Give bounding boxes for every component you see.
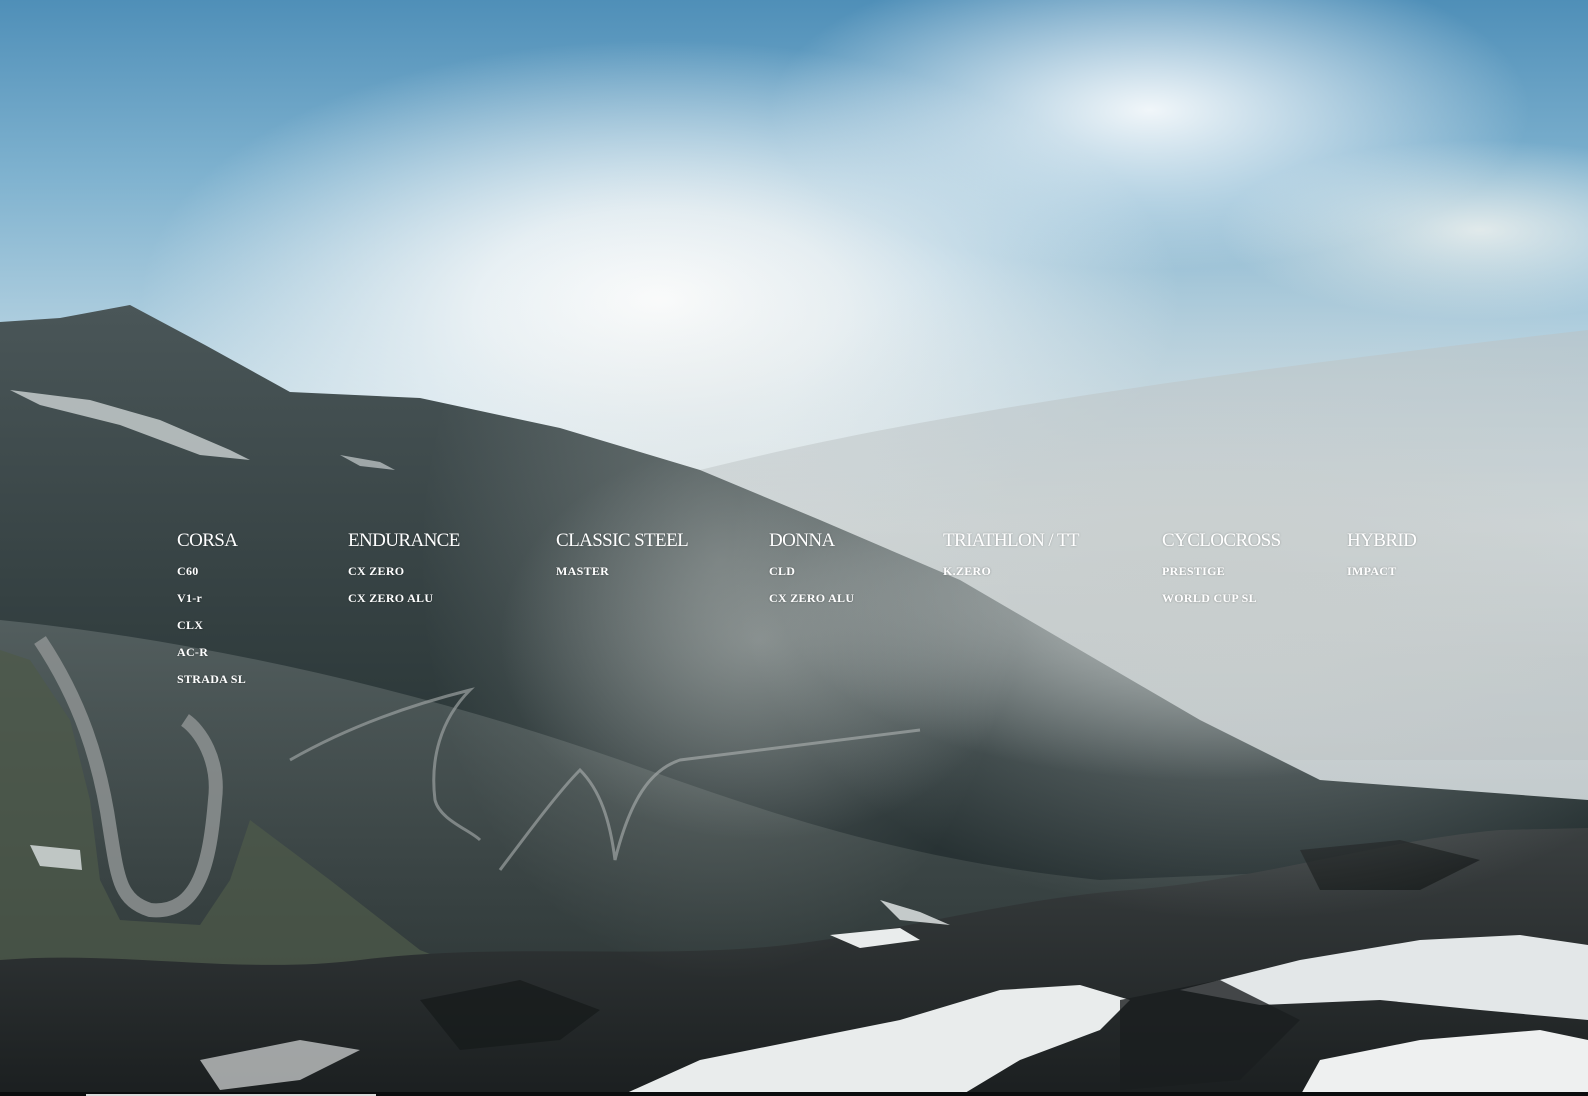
page: CORSA C60 V1-r CLX AC-R STRADA SL ENDURA… (0, 0, 1588, 1096)
model-list-hybrid: IMPACT (1347, 558, 1416, 585)
category-title-corsa[interactable]: CORSA (177, 530, 246, 552)
category-title-donna[interactable]: DONNA (769, 530, 854, 552)
model-list-endurance: CX ZERO CX ZERO ALU (348, 558, 460, 612)
model-link-world-cup-sl[interactable]: WORLD CUP SL (1162, 585, 1281, 612)
model-link-k-zero[interactable]: K.ZERO (943, 558, 1079, 585)
model-link-cx-zero[interactable]: CX ZERO (348, 558, 460, 585)
model-link-cld[interactable]: CLD (769, 558, 854, 585)
category-title-hybrid[interactable]: HYBRID (1347, 530, 1417, 552)
model-link-ac-r[interactable]: AC-R (177, 639, 246, 666)
model-link-strada-sl[interactable]: STRADA SL (177, 666, 246, 693)
model-list-corsa: C60 V1-r CLX AC-R STRADA SL (177, 558, 246, 693)
model-link-donna-cx-zero-alu[interactable]: CX ZERO ALU (769, 585, 854, 612)
category-column-donna: DONNA CLD CX ZERO ALU (769, 530, 854, 612)
category-column-triathlon-tt: TRIATHLON / TT K.ZERO (943, 530, 1079, 585)
model-link-impact[interactable]: IMPACT (1347, 558, 1416, 585)
model-list-cyclocross: PRESTIGE WORLD CUP SL (1162, 558, 1281, 612)
model-link-cx-zero-alu[interactable]: CX ZERO ALU (348, 585, 460, 612)
model-list-donna: CLD CX ZERO ALU (769, 558, 854, 612)
bottom-edge-strip (0, 1092, 1588, 1096)
model-link-prestige[interactable]: PRESTIGE (1162, 558, 1281, 585)
model-list-classic-steel: MASTER (556, 558, 688, 585)
category-column-corsa: CORSA C60 V1-r CLX AC-R STRADA SL (177, 530, 246, 693)
category-title-classic-steel[interactable]: CLASSIC STEEL (556, 530, 689, 552)
category-title-cyclocross[interactable]: CYCLOCROSS (1162, 530, 1281, 552)
model-link-clx[interactable]: CLX (177, 612, 246, 639)
category-column-endurance: ENDURANCE CX ZERO CX ZERO ALU (348, 530, 460, 612)
model-link-v1-r[interactable]: V1-r (177, 585, 246, 612)
category-title-triathlon-tt[interactable]: TRIATHLON / TT (943, 530, 1079, 552)
model-link-c60[interactable]: C60 (177, 558, 246, 585)
category-column-cyclocross: CYCLOCROSS PRESTIGE WORLD CUP SL (1162, 530, 1281, 612)
category-title-endurance[interactable]: ENDURANCE (348, 530, 460, 552)
category-column-classic-steel: CLASSIC STEEL MASTER (556, 530, 689, 585)
model-list-triathlon-tt: K.ZERO (943, 558, 1079, 585)
category-column-hybrid: HYBRID IMPACT (1347, 530, 1417, 585)
model-link-master[interactable]: MASTER (556, 558, 688, 585)
